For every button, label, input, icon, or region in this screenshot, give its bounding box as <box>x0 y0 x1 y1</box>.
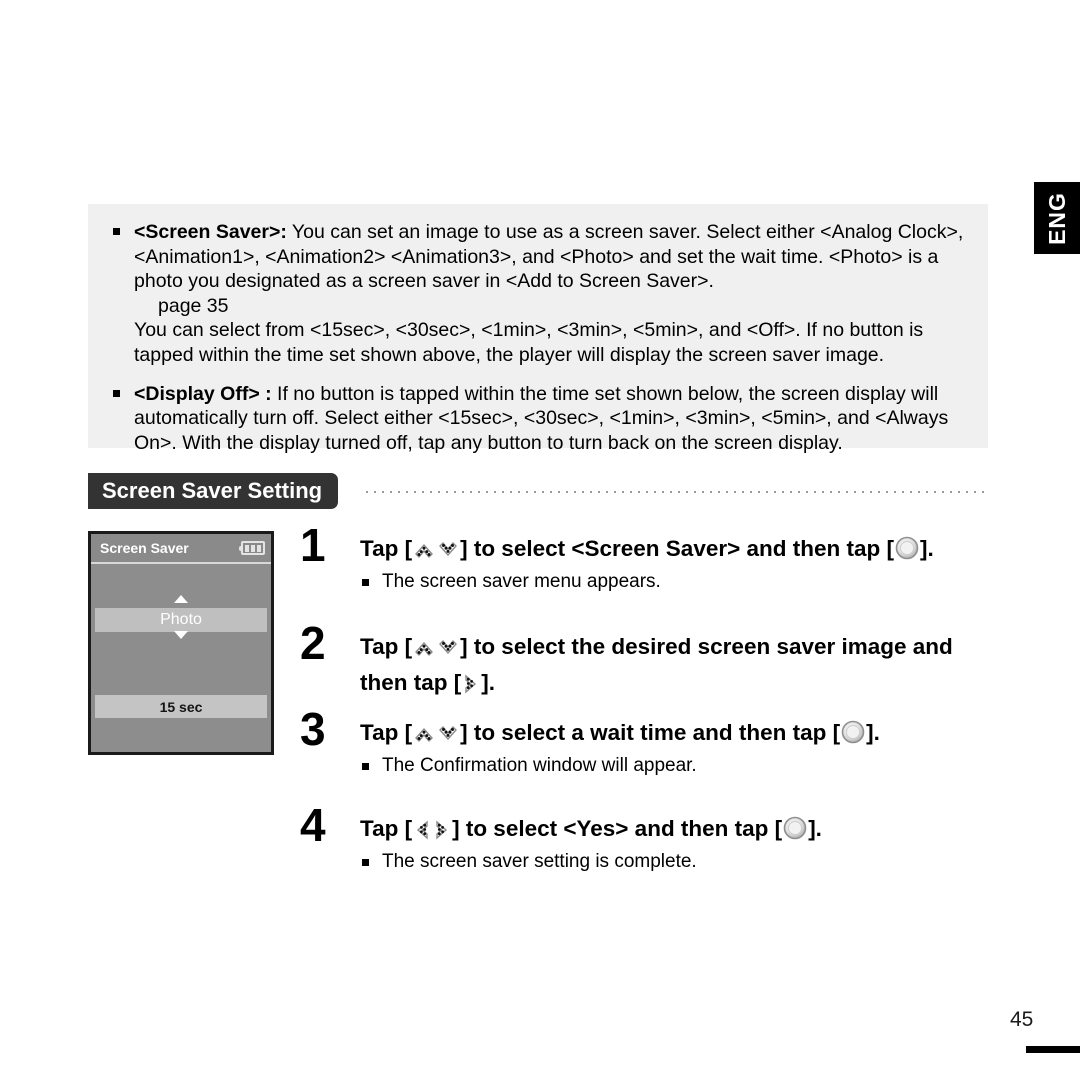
square-bullet-icon <box>362 859 369 866</box>
down-chevron-icon[interactable] <box>437 724 459 744</box>
heading-dotted-rule <box>366 491 988 493</box>
step-3-text: Tap [ ] to select a wait time and then ta… <box>360 715 1000 751</box>
note-page-reference: page 35 <box>158 294 229 317</box>
step-4-subtext-label: The screen saver setting is complete. <box>382 851 697 872</box>
page-number: 45 <box>1010 1008 1034 1031</box>
device-body: Photo 15 sec <box>91 564 271 754</box>
square-bullet-icon <box>113 228 120 235</box>
step-4-number: 4 <box>300 799 326 851</box>
steps-list: 1 Tap [ ] to select <Screen Saver> and th… <box>300 522 1000 881</box>
step-3-text-c: ]. <box>866 720 880 745</box>
arrow-up-icon <box>174 595 188 603</box>
note-box: <Screen Saver>: You can set an image to … <box>88 204 988 454</box>
square-bullet-icon <box>362 763 369 770</box>
step-1-subtext: The screen saver menu appears. <box>360 569 1000 595</box>
device-screen-mock: Screen Saver Photo 15 sec <box>88 531 274 755</box>
up-chevron-icon[interactable] <box>413 540 435 560</box>
step-3-subtext: The Confirmation window will appear. <box>360 753 1000 779</box>
note-lead-screen-saver: <Screen Saver>: <box>134 221 287 243</box>
step-3-subtext-label: The Confirmation window will appear. <box>382 755 697 776</box>
step-4-text-c: ]. <box>808 816 822 841</box>
left-chevron-icon[interactable] <box>413 820 431 840</box>
right-chevron-icon[interactable] <box>462 674 480 694</box>
step-1-number: 1 <box>300 519 326 571</box>
device-wait-time: 15 sec <box>95 695 267 718</box>
device-title-bar: Screen Saver <box>91 534 271 564</box>
language-tab-label: ENG <box>1043 191 1070 245</box>
arrow-down-icon <box>174 631 188 639</box>
step-1-subtext-label: The screen saver menu appears. <box>382 571 661 592</box>
step-2-number: 2 <box>300 617 326 669</box>
step-2-text-a: Tap [ <box>360 634 413 659</box>
step-1-text-b: ] to select <Screen Saver> and then tap … <box>460 536 894 561</box>
step-2-text-c: ]. <box>481 670 495 695</box>
device-selected-item: Photo <box>95 608 267 632</box>
step-1-text: Tap [ ] to select <Screen Saver> and then… <box>360 531 1000 567</box>
step-1: 1 Tap [ ] to select <Screen Saver> and th… <box>300 522 1000 595</box>
step-4-subtext: The screen saver setting is complete. <box>360 849 1000 875</box>
up-chevron-icon[interactable] <box>413 724 435 744</box>
right-chevron-icon[interactable] <box>433 820 451 840</box>
step-3: 3 Tap [ ] to select a wait time and then … <box>300 706 1000 779</box>
up-chevron-icon[interactable] <box>413 638 435 658</box>
note-text-screen-saver-2: You can select from <15sec>, <30sec>, <1… <box>134 319 924 366</box>
select-circle-icon[interactable] <box>895 536 919 560</box>
section-heading-area: Screen Saver Setting <box>88 473 988 509</box>
note-lead-display-off: <Display Off> : <box>134 382 272 405</box>
step-2-text: Tap [] to select the desired screen save… <box>360 629 1000 701</box>
step-1-text-a: Tap [ <box>360 536 413 561</box>
down-chevron-icon[interactable] <box>437 638 459 658</box>
select-circle-icon[interactable] <box>783 816 807 840</box>
step-3-text-a: Tap [ <box>360 720 413 745</box>
note-paragraph-display-off: <Display Off> : If no button is tapped w… <box>108 382 968 456</box>
step-4-text: Tap [ ] to select <Yes> and then tap []. <box>360 811 1000 847</box>
step-4-text-a: Tap [ <box>360 816 413 841</box>
step-4: 4 Tap [ ] to select <Yes> and then tap []… <box>300 802 1000 875</box>
square-bullet-icon <box>113 389 120 397</box>
step-2: 2 Tap [] to select the desired screen sa… <box>300 620 1000 701</box>
language-tab: ENG <box>1034 182 1080 254</box>
battery-icon <box>239 541 265 555</box>
select-circle-icon[interactable] <box>841 720 865 744</box>
section-title: Screen Saver Setting <box>88 473 339 509</box>
down-chevron-icon[interactable] <box>437 540 459 560</box>
footer-rule <box>1026 1046 1080 1053</box>
step-1-text-c: ]. <box>919 536 934 561</box>
note-paragraph-screen-saver: <Screen Saver>: You can set an image to … <box>108 220 968 368</box>
device-title-label: Screen Saver <box>100 540 189 556</box>
step-3-text-b: ] to select a wait time and then tap [ <box>460 720 841 745</box>
step-3-number: 3 <box>300 703 326 755</box>
square-bullet-icon <box>362 579 369 586</box>
step-4-text-b: ] to select <Yes> and then tap [ <box>452 816 783 841</box>
